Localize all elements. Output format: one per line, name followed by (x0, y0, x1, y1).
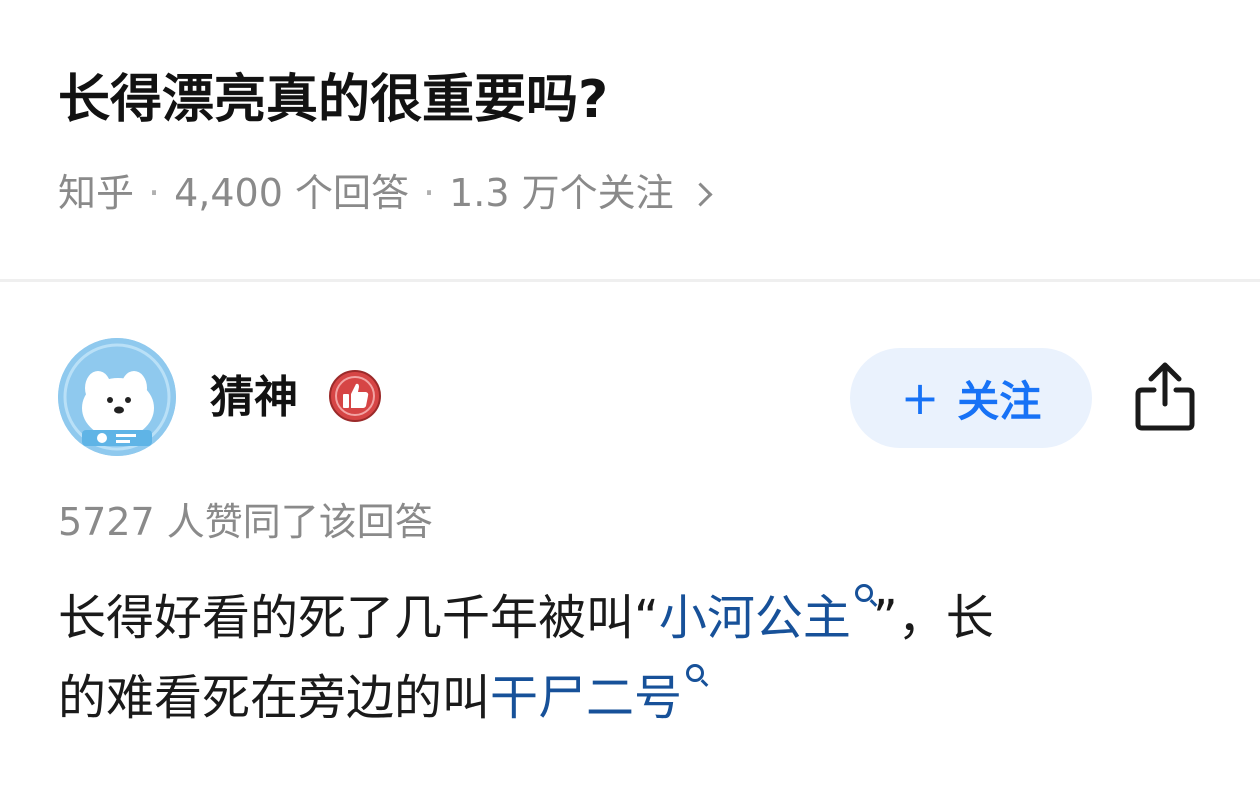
follow-label: 关注 (957, 376, 1042, 426)
question-title[interactable]: 长得漂亮真的很重要吗? (58, 62, 1220, 138)
share-icon[interactable] (1134, 360, 1196, 432)
question-header: 长得漂亮真的很重要吗? 知乎 · 4,400 个回答 · 1.3 万个关注 (58, 62, 1220, 218)
search-link-text: 干尸二号 (490, 670, 683, 726)
author-name[interactable]: 猜神 (210, 368, 298, 428)
source-label: 知乎 (58, 171, 135, 215)
section-divider (0, 279, 1260, 282)
search-link-ganshi[interactable]: 干尸二号 (490, 664, 705, 726)
answer-line-2: 的难看死在旁边的叫干尸二号 (58, 658, 1198, 738)
search-link-text: 小河公主 (658, 590, 851, 646)
chevron-right-icon (688, 181, 713, 207)
answer-text: 的难看死在旁边的叫 (58, 670, 491, 726)
answer-body[interactable]: 长得好看的死了几千年被叫“小河公主 ”，长 的难看死在旁边的叫干尸二号 (58, 578, 1198, 738)
meta-separator: · (422, 171, 436, 215)
avatar[interactable] (58, 338, 176, 456)
answer-count: 4,400 个回答 (174, 171, 409, 215)
thumbs-up-badge-icon (329, 370, 381, 422)
answer-text: 长得好看的死了几千年被叫“ (58, 590, 659, 646)
author-row: 猜神 + 关注 (58, 338, 1208, 456)
meta-separator: · (148, 171, 161, 215)
answer-line-1: 长得好看的死了几千年被叫“小河公主 ”，长 (58, 578, 1198, 658)
search-icon (686, 664, 705, 682)
question-meta[interactable]: 知乎 · 4,400 个回答 · 1.3 万个关注 (58, 168, 1220, 218)
plus-icon: + (900, 371, 940, 425)
search-icon (854, 584, 873, 602)
search-link-xiaohe[interactable]: 小河公主 (658, 584, 873, 646)
follow-button[interactable]: + 关注 (850, 348, 1092, 448)
vote-count: 5727 人赞同了该回答 (58, 500, 433, 544)
dog-avatar-icon (58, 338, 176, 456)
answer-text: ”，长 (872, 590, 994, 646)
follower-count: 1.3 万个关注 (449, 171, 674, 215)
